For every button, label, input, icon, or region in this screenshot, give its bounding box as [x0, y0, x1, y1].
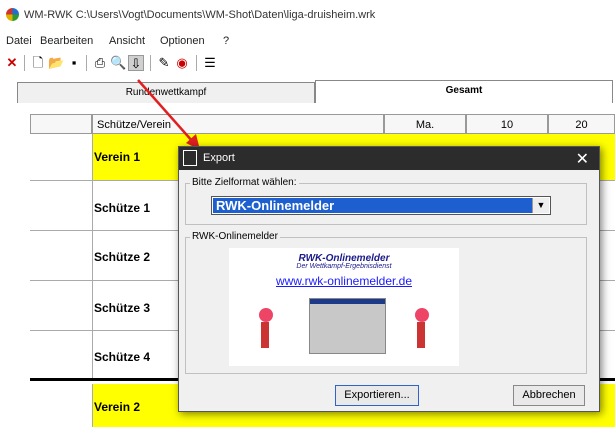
preview-label: RWK-Onlinemelder — [190, 231, 280, 242]
banner-screenshot-titlebar — [310, 299, 385, 304]
shooter-left-icon — [259, 308, 273, 322]
shooter-left-body — [261, 322, 269, 348]
cancel-button[interactable]: Abbrechen — [513, 385, 585, 406]
format-label: Bitte Zielformat wählen: — [190, 177, 299, 188]
shooter-right-body — [417, 322, 425, 348]
export-dialog-icon — [183, 150, 197, 166]
rwk-onlinemelder-banner: RWK-Onlinemelder Der Wettkampf-Ergebnisd… — [229, 248, 459, 366]
dialog-title: Export — [203, 152, 235, 164]
export-button[interactable]: Exportieren... — [335, 385, 419, 406]
format-select-value: RWK-Onlinemelder — [213, 198, 534, 213]
shooter-right-icon — [415, 308, 429, 322]
dialog-titlebar: Export ✕ — [179, 147, 599, 170]
close-icon[interactable]: ✕ — [576, 149, 589, 169]
format-select[interactable]: RWK-Onlinemelder ▼ — [211, 196, 551, 215]
banner-screenshot — [309, 298, 386, 354]
export-dialog: Export ✕ Bitte Zielformat wählen: RWK-On… — [178, 146, 600, 412]
banner-url[interactable]: www.rwk-onlinemelder.de — [229, 274, 459, 288]
chevron-down-icon[interactable]: ▼ — [532, 198, 549, 213]
arrow-line — [137, 79, 194, 143]
banner-subtitle: Der Wettkampf-Ergebnisdienst — [296, 263, 392, 270]
